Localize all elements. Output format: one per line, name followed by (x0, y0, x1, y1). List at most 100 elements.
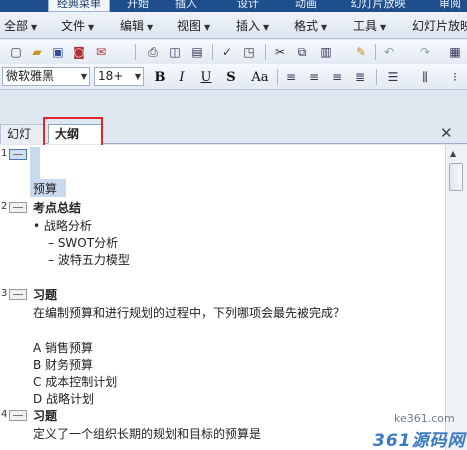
menu-all-label: 全部 (4, 19, 29, 33)
slide-number: 3 (1, 288, 8, 299)
watermark-url: ke361.com (394, 412, 455, 425)
justify-icon[interactable]: ≣ (351, 68, 369, 86)
thesaurus-icon[interactable]: ◳ (240, 43, 258, 61)
line-spacing-icon[interactable]: ☰ (384, 68, 402, 86)
menu-view[interactable]: 视图 ▼ (177, 18, 210, 34)
menu-format[interactable]: 格式 ▼ (294, 18, 327, 34)
copy-icon[interactable]: ⧉ (293, 43, 311, 61)
undo-icon[interactable]: ↶ (380, 43, 398, 61)
outline-sub-bullet[interactable]: – 波特五力模型 (48, 251, 130, 268)
redo-icon[interactable]: ↷ (416, 43, 434, 61)
email-icon[interactable]: ✉ (92, 43, 110, 61)
tab-insert[interactable]: 插入 (166, 0, 206, 12)
spelling-icon[interactable]: ✓ (218, 43, 236, 61)
chevron-down-icon: ▼ (134, 72, 141, 81)
menu-insert-label: 插入 (236, 19, 261, 33)
font-size-value: 18+ (98, 69, 124, 83)
cut-icon[interactable]: ✂ (271, 43, 289, 61)
tab-classic-menu[interactable]: 经典菜单 (48, 0, 110, 12)
standard-toolbar: ▢ ▰ ▣ ◙ ✉ ⎙ ◫ ▤ ✓ ◳ ✂ ⧉ ▥ ✎ ↶ ↷ ▦ (0, 40, 467, 64)
chevron-down-icon: ▼ (88, 23, 95, 32)
toolbar-separator (265, 44, 266, 60)
slide-number: 2 (1, 201, 8, 212)
menu-slideshow[interactable]: 幻灯片放映 (412, 18, 467, 34)
align-center-icon[interactable]: ≡ (305, 68, 323, 86)
slide-number: 1 (1, 148, 8, 159)
menu-insert[interactable]: 插入 ▼ (236, 18, 269, 34)
slide-icon[interactable] (9, 289, 27, 300)
toolbar-separator (376, 69, 377, 85)
print-preview-icon[interactable]: ◫ (166, 43, 184, 61)
slide-title[interactable]: 习题 (33, 286, 57, 303)
outline-text[interactable]: 在编制预算和进行规划的过程中，下列哪项会最先被完成？ (33, 304, 345, 321)
format-painter-icon[interactable]: ✎ (352, 43, 370, 61)
chevron-down-icon: ▼ (321, 23, 328, 32)
permission-icon[interactable]: ◙ (70, 43, 88, 61)
underline-button[interactable]: U (196, 67, 216, 87)
chevron-down-icon: ▼ (263, 23, 270, 32)
font-name-value: 微软雅黑 (6, 69, 55, 83)
print-icon[interactable]: ⎙ (144, 43, 162, 61)
menu-slideshow-label: 幻灯片放映 (412, 19, 467, 33)
slide-title[interactable]: 考点总结 (33, 199, 81, 216)
open-folder-icon[interactable]: ▰ (28, 43, 46, 61)
italic-button[interactable]: I (172, 67, 192, 87)
menu-all[interactable]: 全部 ▼ (4, 18, 37, 34)
slide-icon[interactable] (9, 410, 27, 421)
tab-design[interactable]: 设计 (228, 0, 268, 12)
toolbar-separator (375, 44, 376, 60)
tab-animation[interactable]: 动画 (286, 0, 326, 12)
chevron-down-icon: ▼ (31, 23, 38, 32)
outline-option[interactable]: D 战略计划 (33, 390, 94, 407)
tab-home[interactable]: 开始 (118, 0, 158, 12)
slide-title[interactable]: 习题 (33, 407, 57, 424)
shadow-button[interactable]: S (221, 67, 241, 87)
outline-bullet[interactable]: • 战略分析 (33, 217, 92, 234)
formatting-toolbar: 微软雅黑 ▼ 18+ ▼ B I U S Aa ≡ ≡ ≡ ≣ ☰ ⫼ ⁝ (0, 64, 467, 90)
tab-slides[interactable]: 幻灯片 (0, 124, 44, 160)
outline-option[interactable]: C 成本控制计划 (33, 373, 117, 390)
chevron-down-icon: ▼ (147, 23, 154, 32)
outline-text[interactable]: 定义了一个组织长期的规划和目标的预算是 (33, 425, 261, 442)
research-icon[interactable]: ▤ (188, 43, 206, 61)
grid-icon[interactable]: ▦ (446, 43, 464, 61)
slide-icon[interactable] (9, 202, 27, 213)
watermark-logo: 361源码网 (373, 431, 466, 450)
scrollbar-thumb[interactable] (449, 163, 463, 191)
align-left-icon[interactable]: ≡ (282, 68, 300, 86)
outline-option[interactable]: B 财务预算 (33, 356, 93, 373)
outline-pane[interactable]: 1 预算 2 考点总结 • 战略分析 – SWOT分析 – 波特五力模型 3 习… (0, 145, 445, 450)
toolbar-separator (212, 44, 213, 60)
font-size-select[interactable]: 18+ ▼ (94, 67, 144, 86)
slide-title[interactable]: 预算 (33, 180, 57, 197)
align-right-icon[interactable]: ≡ (328, 68, 346, 86)
vertical-scrollbar[interactable]: ▲ (445, 145, 467, 450)
scroll-up-icon[interactable]: ▲ (450, 149, 456, 158)
change-case-button[interactable]: Aa (246, 67, 274, 87)
menu-tools-label: 工具 (353, 19, 378, 33)
tab-review[interactable]: 审阅 (430, 0, 467, 12)
new-document-icon[interactable]: ▢ (7, 43, 25, 61)
menu-bar: 全部 ▼ 文件 ▼ 编辑 ▼ 视图 ▼ 插入 ▼ 格式 ▼ 工具 ▼ 幻灯片放映 (0, 12, 467, 39)
bold-button[interactable]: B (150, 67, 170, 87)
numbering-icon[interactable]: ⁝ (446, 68, 464, 86)
menu-file[interactable]: 文件 ▼ (61, 18, 94, 34)
paste-icon[interactable]: ▥ (317, 43, 335, 61)
toolbar-separator (277, 69, 278, 85)
toolbar-separator (135, 44, 136, 60)
slide-number: 4 (1, 409, 8, 420)
font-name-select[interactable]: 微软雅黑 ▼ (2, 67, 90, 86)
ribbon-tab-strip: 经典菜单 开始 插入 设计 动画 幻灯片放映 审阅 (0, 0, 467, 12)
menu-edit[interactable]: 编辑 ▼ (120, 18, 153, 34)
chevron-down-icon: ▼ (80, 72, 87, 81)
slide-icon[interactable] (9, 149, 27, 160)
menu-view-label: 视图 (177, 19, 202, 33)
outline-sub-bullet[interactable]: – SWOT分析 (48, 234, 118, 251)
columns-icon[interactable]: ⫼ (416, 68, 434, 86)
menu-tools[interactable]: 工具 ▼ (353, 18, 386, 34)
outline-option[interactable]: A 销售预算 (33, 339, 93, 356)
chevron-down-icon: ▼ (204, 23, 211, 32)
tab-slideshow[interactable]: 幻灯片放映 (340, 0, 416, 12)
close-icon[interactable]: ✕ (440, 124, 453, 142)
save-icon[interactable]: ▣ (49, 43, 67, 61)
